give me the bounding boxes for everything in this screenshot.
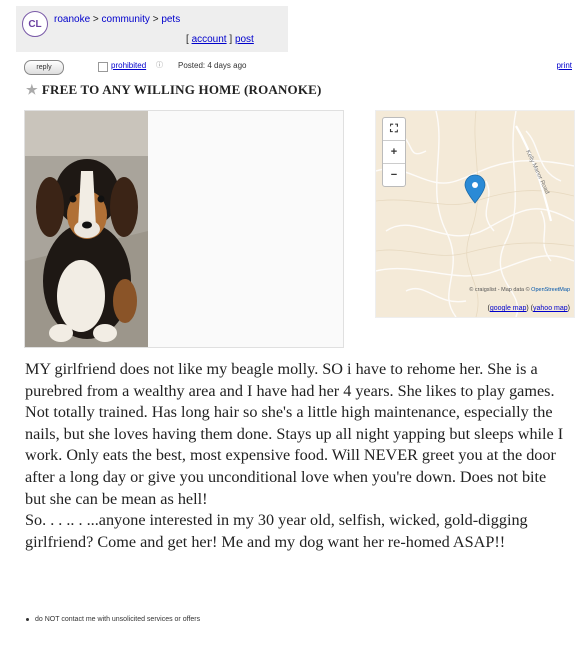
post-meta-bar: reply prohibited ⓘ Posted: 4 days ago pr… bbox=[24, 58, 572, 76]
title-location: (ROANOKE) bbox=[243, 82, 322, 97]
post-link[interactable]: post bbox=[235, 34, 254, 45]
yahoo-map-link[interactable]: yahoo map bbox=[533, 305, 568, 312]
google-map-link[interactable]: google map bbox=[490, 305, 527, 312]
dog-photo[interactable] bbox=[25, 111, 148, 347]
road-label: Kelly Manor Road bbox=[524, 149, 550, 195]
print-link[interactable]: print bbox=[556, 61, 572, 70]
notice-text: do NOT contact me with unsolicited servi… bbox=[35, 616, 201, 623]
breadcrumb: roanoke > community > pets bbox=[54, 14, 180, 25]
location-map[interactable]: Kelly Manor Road ⛶ + − © craigslist - Ma… bbox=[375, 110, 575, 318]
title-text: FREE TO ANY WILLING HOME bbox=[41, 82, 241, 97]
account-link[interactable]: account bbox=[192, 34, 227, 45]
craigslist-logo[interactable]: CL bbox=[22, 11, 48, 37]
prohibited-checkbox[interactable] bbox=[98, 62, 108, 72]
posted-time: Posted: 4 days ago bbox=[178, 61, 247, 70]
posting-title: ★ FREE TO ANY WILLING HOME (ROANOKE) bbox=[26, 82, 322, 98]
body-paragraph: So. . . .. . ...anyone interested in my … bbox=[25, 511, 528, 551]
map-links: (google map) (yahoo map) bbox=[487, 305, 570, 312]
zoom-out-button[interactable]: − bbox=[383, 164, 405, 186]
breadcrumb-separator: > bbox=[92, 14, 99, 25]
reply-button[interactable]: reply bbox=[24, 60, 64, 75]
posting-body: MY girlfriend does not like my beagle mo… bbox=[25, 359, 570, 553]
star-icon[interactable]: ★ bbox=[26, 82, 38, 97]
map-attribution: © craigslist - Map data © OpenStreetMap bbox=[469, 287, 570, 293]
zoom-in-button[interactable]: + bbox=[383, 141, 405, 164]
photo-frame bbox=[24, 110, 344, 348]
account-links: [ account ] post bbox=[186, 34, 254, 45]
breadcrumb-pets[interactable]: pets bbox=[161, 14, 180, 25]
breadcrumb-separator: > bbox=[152, 14, 159, 25]
fullscreen-icon[interactable]: ⛶ bbox=[383, 118, 405, 141]
bullet-icon bbox=[26, 617, 29, 621]
breadcrumb-community[interactable]: community bbox=[102, 14, 150, 25]
openstreetmap-link[interactable]: OpenStreetMap bbox=[531, 287, 570, 293]
breadcrumb-roanoke[interactable]: roanoke bbox=[54, 14, 90, 25]
body-paragraph: MY girlfriend does not like my beagle mo… bbox=[25, 360, 564, 508]
map-zoom-controls: ⛶ + − bbox=[382, 117, 406, 187]
breadcrumb-bar: CL roanoke > community > pets [ account … bbox=[16, 6, 288, 52]
posting-notice: do NOT contact me with unsolicited servi… bbox=[26, 616, 200, 623]
prohibited-link[interactable]: prohibited bbox=[111, 61, 146, 70]
info-icon[interactable]: ⓘ bbox=[156, 60, 163, 70]
